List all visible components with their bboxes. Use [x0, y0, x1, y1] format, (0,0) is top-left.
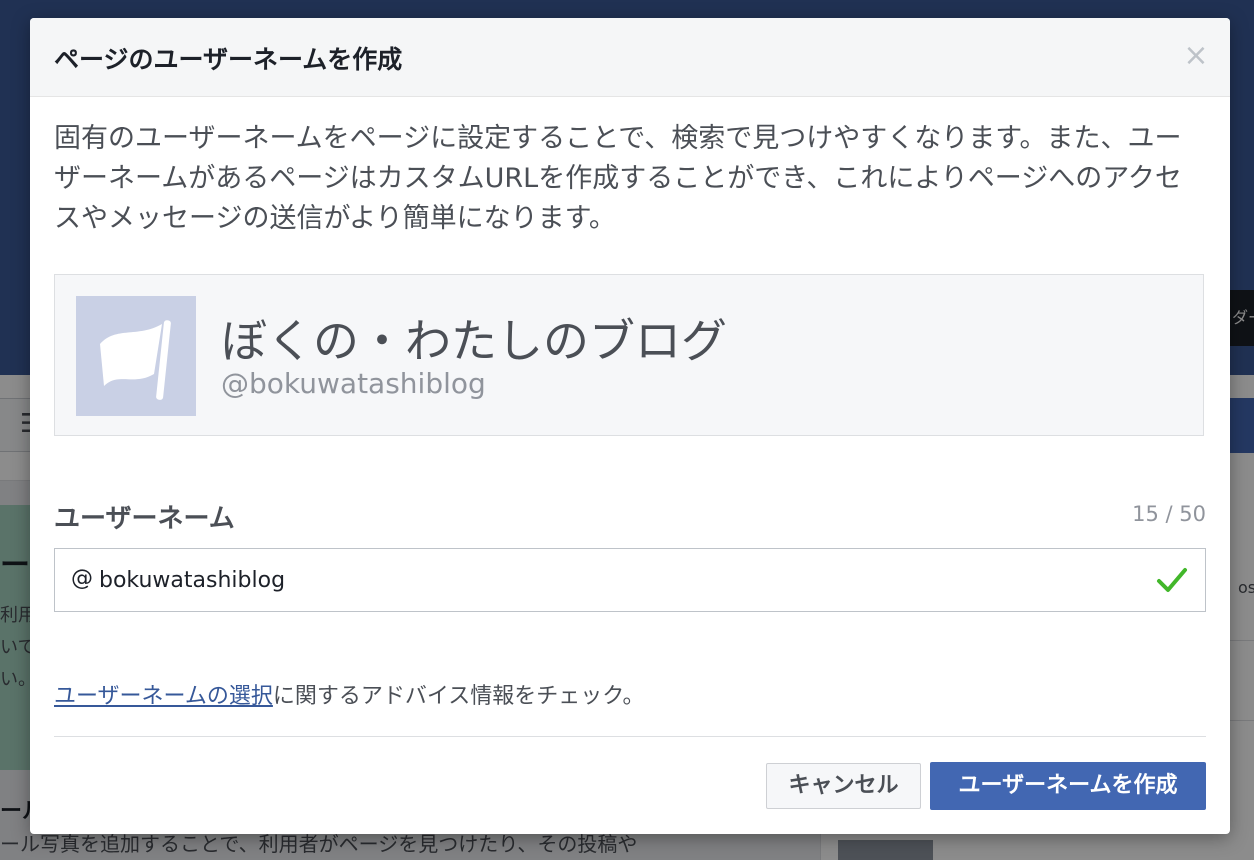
- character-counter: 15 / 50: [1132, 502, 1206, 526]
- username-selection-link[interactable]: ユーザーネームの選択: [54, 684, 273, 709]
- advice-text: ユーザーネームの選択に関するアドバイス情報をチェック。: [54, 678, 645, 710]
- advice-rest: に関するアドバイス情報をチェック。: [272, 684, 645, 709]
- cancel-button[interactable]: キャンセル: [766, 763, 921, 809]
- username-input-box[interactable]: @: [54, 548, 1206, 612]
- create-username-dialog: ページのユーザーネームを作成 × 固有のユーザーネームをページに設定することで、…: [30, 18, 1230, 834]
- create-username-button[interactable]: ユーザーネームを作成: [930, 762, 1206, 810]
- dialog-header: ページのユーザーネームを作成 ×: [30, 18, 1230, 97]
- preview-handle: @bokuwatashiblog: [221, 367, 486, 400]
- page-preview-card: ぼくの・わたしのブログ @bokuwatashiblog: [54, 274, 1204, 436]
- check-icon: [1157, 568, 1187, 592]
- at-prefix: @: [71, 566, 93, 591]
- dialog-description: 固有のユーザーネームをページに設定することで、検索で見つけやすくなります。また、…: [54, 123, 1182, 234]
- dialog-title: ページのユーザーネームを作成: [54, 45, 403, 74]
- close-icon[interactable]: ×: [1180, 38, 1212, 74]
- footer-divider: [54, 736, 1206, 737]
- username-input[interactable]: [99, 561, 1099, 599]
- flag-icon: [76, 296, 196, 416]
- username-label: ユーザーネーム: [54, 504, 235, 534]
- preview-page-name: ぼくの・わたしのブログ: [221, 314, 727, 368]
